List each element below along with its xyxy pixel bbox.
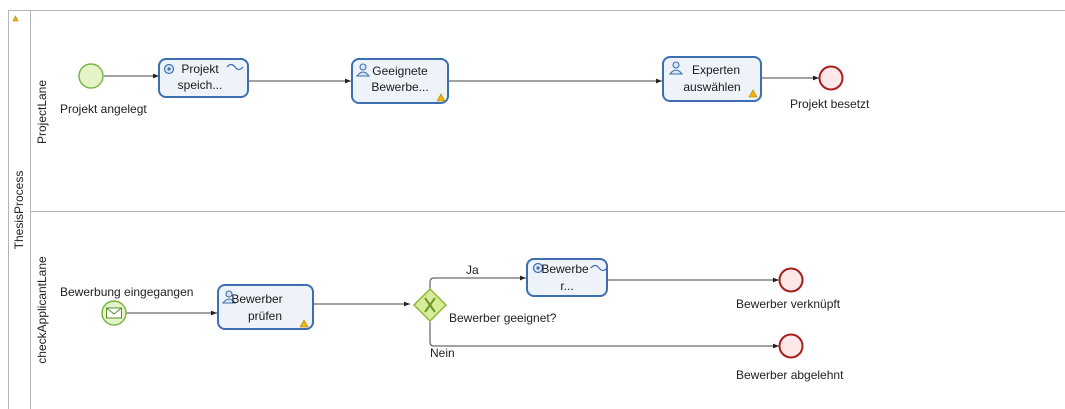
task-geeignete-line1: Geeignete (372, 64, 428, 78)
start-event-project[interactable] (78, 63, 104, 89)
flow-no-label: Nein (430, 346, 455, 360)
flow-yes-label: Ja (466, 263, 479, 277)
end-event-rejected-label: Bewerber abgelehnt (736, 368, 844, 382)
task-projekt-line1: Projekt (181, 62, 219, 76)
task-projekt-speichern[interactable]: Projekt speich... (158, 58, 249, 98)
task-experten-line1: Experten (692, 63, 740, 77)
start-event-project-label: Projekt angelegt (60, 102, 147, 116)
task-experten-auswaehlen[interactable]: Experten auswählen (662, 56, 762, 102)
task-pruefen-line1: Bewerber (231, 292, 282, 306)
project-lane-label: ProjectLane (35, 80, 49, 144)
end-event-project-label: Projekt besetzt (790, 97, 870, 111)
task-geeignete-line2: Bewerbe... (371, 80, 428, 94)
task-bewerbe-line2: r... (560, 279, 573, 293)
message-start-event-label: Bewerbung eingegangen (60, 285, 193, 299)
task-geeignete-bewerber[interactable]: Geeignete Bewerbe... (351, 58, 449, 104)
check-lane-label: checkApplicantLane (35, 256, 49, 364)
task-bewerber-pruefen[interactable]: Bewerber prüfen (217, 284, 314, 330)
task-experten-line2: auswählen (683, 80, 740, 94)
gateway-label: Bewerber geeignet? (449, 311, 557, 325)
end-event-project[interactable] (818, 65, 844, 91)
end-event-linked-label: Bewerber verknüpft (736, 297, 841, 311)
task-bewerbe-line1: Bewerbe (541, 262, 589, 276)
task-projekt-line2: speich... (178, 78, 223, 92)
task-pruefen-line2: prüfen (248, 309, 282, 323)
task-bewerber-verknuepfen[interactable]: Bewerbe r... (526, 258, 608, 297)
pool-label: ThesisProcess (12, 171, 26, 250)
gear-icon (163, 63, 175, 75)
message-start-event[interactable] (101, 300, 127, 326)
end-event-rejected[interactable] (778, 333, 804, 359)
bpmn-diagram: ThesisProcess ProjectLane checkApplicant… (8, 10, 1065, 409)
end-event-linked[interactable] (778, 267, 804, 293)
